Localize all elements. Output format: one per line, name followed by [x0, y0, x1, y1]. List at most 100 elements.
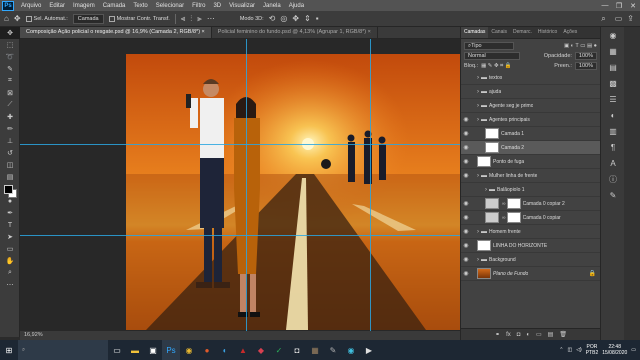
lasso-tool-icon[interactable]: ➰: [0, 51, 20, 63]
layer-row[interactable]: ◉ LINHA DO HORIZONTE: [461, 239, 600, 253]
layer-row[interactable]: ◉ ∞ Camada 0 copiar: [461, 211, 600, 225]
document-tab[interactable]: Policial feminino do fundo.psd @ 4,13% (…: [212, 27, 378, 38]
menu-item[interactable]: Camada: [99, 3, 130, 9]
brush-panel-icon[interactable]: ✎: [601, 187, 625, 203]
layer-row[interactable]: ◉ ∞ Camada 0 copiar 2: [461, 197, 600, 211]
menu-item[interactable]: Texto: [129, 3, 151, 9]
notifications-icon[interactable]: ▭: [631, 347, 636, 353]
file-explorer-icon[interactable]: ▬: [126, 340, 144, 360]
opacity-field[interactable]: 100%: [574, 52, 597, 60]
marquee-tool-icon[interactable]: ⬚: [0, 39, 20, 51]
link-layers-icon[interactable]: ⚭: [495, 331, 500, 338]
expand-chevron-icon[interactable]: ›: [477, 103, 479, 109]
visibility-eye-icon[interactable]: ◉: [461, 214, 471, 221]
menu-item[interactable]: Visualizar: [225, 3, 259, 9]
visibility-eye-icon[interactable]: ◉: [461, 200, 471, 207]
path-select-icon[interactable]: ➤: [0, 231, 20, 243]
fill-field[interactable]: 100%: [574, 62, 597, 70]
visibility-eye-icon[interactable]: ◉: [461, 270, 471, 277]
eyedropper-tool-icon[interactable]: ⟋: [0, 99, 20, 111]
layer-kind-filter[interactable]: ⌕ Tipo: [464, 42, 514, 50]
scale-3d-icon[interactable]: ▪: [316, 14, 319, 23]
app-icon[interactable]: ✎: [324, 340, 342, 360]
link-icon[interactable]: ∞: [502, 215, 506, 221]
layer-row[interactable]: ◉ Plano de Fundo 🔒: [461, 267, 600, 281]
foreground-color-swatch[interactable]: [4, 185, 13, 194]
app-icon[interactable]: ●: [198, 340, 216, 360]
auto-select-checkbox[interactable]: Sel. Automat.:: [25, 15, 68, 22]
app-icon[interactable]: ▦: [306, 340, 324, 360]
menu-item[interactable]: Filtro: [188, 3, 209, 9]
horizontal-guide[interactable]: [20, 235, 460, 236]
task-view-icon[interactable]: ▭: [108, 340, 126, 360]
zoom-tool-icon[interactable]: ⌕: [0, 267, 20, 279]
close-button[interactable]: ✕: [626, 2, 640, 10]
layer-row[interactable]: ◉ Ponto de fuga: [461, 155, 600, 169]
expand-chevron-icon[interactable]: ›: [477, 257, 479, 263]
menu-item[interactable]: Janela: [259, 3, 285, 9]
hand-tool-icon[interactable]: ✋: [0, 255, 20, 267]
auto-select-dropdown[interactable]: Camada: [72, 13, 104, 24]
photoshop-taskbar-icon[interactable]: Ps: [162, 340, 180, 360]
menu-item[interactable]: Arquivo: [17, 3, 45, 9]
network-icon[interactable]: ◫: [567, 347, 572, 353]
slide-3d-icon[interactable]: ⇕: [304, 14, 311, 23]
layer-row[interactable]: › ▬ ajuda: [461, 85, 600, 99]
visibility-eye-icon[interactable]: ◉: [461, 242, 471, 249]
expand-chevron-icon[interactable]: ›: [477, 89, 479, 95]
move-tool-icon[interactable]: ✥: [0, 27, 20, 39]
maximize-button[interactable]: ❐: [612, 2, 626, 10]
expand-chevron-icon[interactable]: ›: [477, 75, 479, 81]
document-tab[interactable]: Composição Ação policial o resgate.psd @…: [20, 27, 212, 38]
visibility-eye-icon[interactable]: ◉: [461, 130, 471, 137]
document-canvas[interactable]: [126, 54, 460, 330]
app-icon[interactable]: ◉: [342, 340, 360, 360]
layer-row[interactable]: ◉ › ▬ Mulher linha de frente: [461, 169, 600, 183]
fx-icon[interactable]: fx: [506, 332, 511, 338]
app-icon[interactable]: ◘: [288, 340, 306, 360]
zoom-level[interactable]: 16,92%: [24, 332, 43, 338]
link-icon[interactable]: ∞: [502, 201, 506, 207]
healing-brush-icon[interactable]: ✚: [0, 111, 20, 123]
minimize-button[interactable]: —: [598, 2, 612, 10]
layer-mask-thumbnail[interactable]: [506, 198, 521, 209]
move-tool-icon[interactable]: ✥: [14, 14, 21, 23]
language-indicator[interactable]: POR PTB2: [586, 344, 599, 356]
vertical-guide[interactable]: [370, 39, 371, 331]
chrome-icon[interactable]: ◉: [180, 340, 198, 360]
paragraph-panel-icon[interactable]: ¶: [601, 139, 625, 155]
align-center-icon[interactable]: ⫶: [190, 14, 192, 24]
share-icon[interactable]: ⇪: [627, 14, 634, 23]
clock[interactable]: 22:48 15/08/2020: [602, 344, 627, 356]
properties-panel-icon[interactable]: ☰: [601, 91, 625, 107]
history-brush-icon[interactable]: ↺: [0, 147, 20, 159]
brush-tool-icon[interactable]: ✏: [0, 123, 20, 135]
expand-chevron-icon[interactable]: ›: [477, 117, 479, 123]
expand-chevron-icon[interactable]: ›: [477, 173, 479, 179]
app-icon[interactable]: ✓: [270, 340, 288, 360]
tray-chevron-icon[interactable]: ⌃: [559, 347, 563, 353]
new-group-icon[interactable]: ▭: [536, 331, 542, 338]
delete-layer-icon[interactable]: 🗑: [559, 331, 567, 338]
workspace-icon[interactable]: ▭: [615, 14, 623, 23]
taskbar-search[interactable]: ⌕: [18, 340, 108, 360]
shape-tool-icon[interactable]: ▭: [0, 243, 20, 255]
store-icon[interactable]: ▣: [144, 340, 162, 360]
gradients-panel-icon[interactable]: ▤: [601, 59, 625, 75]
type-tool-icon[interactable]: T: [0, 219, 20, 231]
info-panel-icon[interactable]: ⓘ: [601, 171, 625, 187]
app-icon[interactable]: ▶: [360, 340, 378, 360]
home-icon[interactable]: ⌂: [4, 14, 9, 23]
menu-item[interactable]: 3D: [209, 3, 225, 9]
search-icon[interactable]: ⌕: [601, 14, 605, 24]
panel-tab[interactable]: Demarc.: [510, 27, 535, 38]
pen-tool-icon[interactable]: ✒: [0, 207, 20, 219]
expand-chevron-icon[interactable]: ›: [477, 229, 479, 235]
layer-row[interactable]: ◉ Camada 2: [461, 141, 600, 155]
panel-tab[interactable]: Camadas: [461, 27, 489, 38]
patterns-panel-icon[interactable]: ▩: [601, 75, 625, 91]
panel-tab[interactable]: Histórico: [535, 27, 560, 38]
blend-mode-dropdown[interactable]: Normal: [464, 52, 520, 60]
visibility-eye-icon[interactable]: ◉: [461, 256, 471, 263]
visibility-eye-icon[interactable]: ◉: [461, 158, 471, 165]
